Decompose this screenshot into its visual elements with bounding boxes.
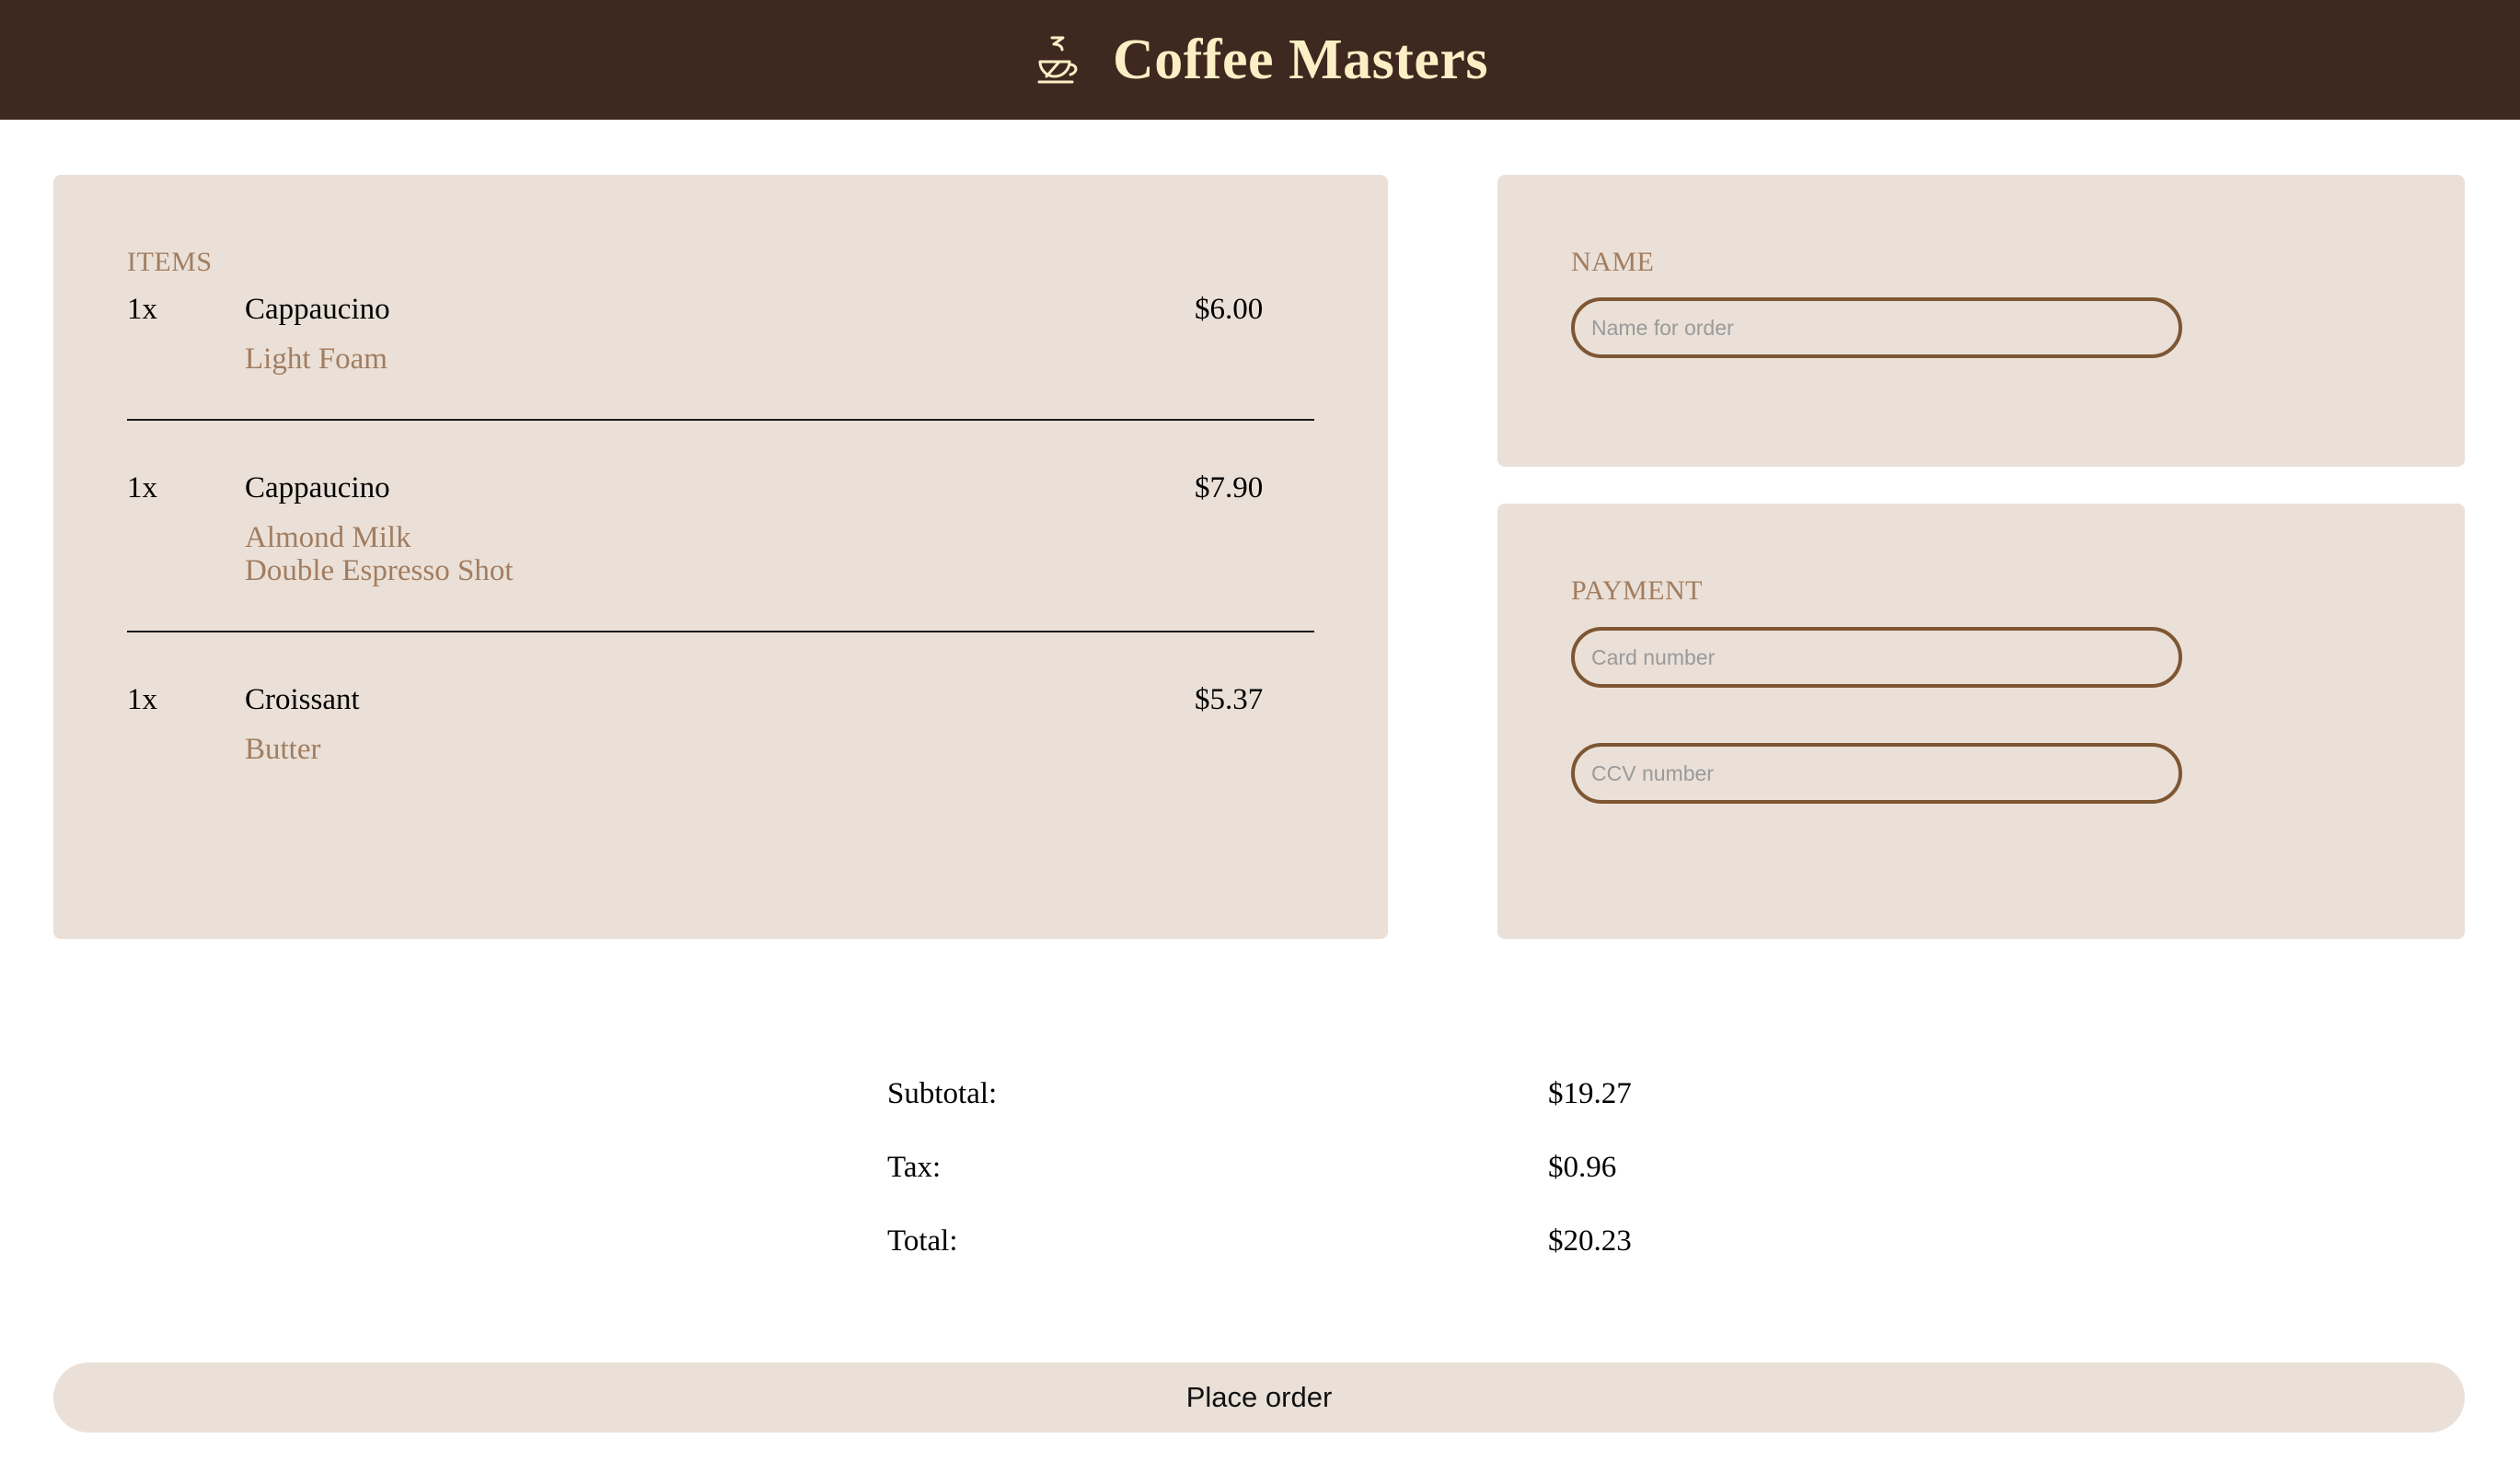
items-section-label: ITEMS: [127, 247, 213, 277]
ccv-number-input[interactable]: [1571, 743, 2182, 804]
total-label: Total:: [887, 1224, 958, 1258]
app-title: Coffee Masters: [1112, 28, 1489, 91]
brand: Coffee Masters: [1032, 28, 1488, 93]
app-header: Coffee Masters: [0, 0, 2520, 120]
total-row: Total: $20.23: [887, 1224, 1632, 1261]
place-order-button[interactable]: Place order: [53, 1363, 2465, 1432]
tax-row: Tax: $0.96: [887, 1151, 1624, 1188]
item-divider: [127, 631, 1314, 632]
item-modifiers: Almond Milk Double Espresso Shot: [245, 521, 514, 587]
item-quantity: 1x: [127, 683, 157, 716]
item-modifier: Light Foam: [245, 342, 387, 376]
order-items-panel: ITEMS 1x Cappaucino $6.00 Light Foam 1x …: [53, 175, 1388, 939]
item-name: Croissant: [245, 683, 360, 716]
item-quantity: 1x: [127, 293, 157, 326]
tax-label: Tax:: [887, 1151, 942, 1184]
item-modifier: Almond Milk: [245, 521, 411, 554]
item-quantity: 1x: [127, 471, 157, 505]
name-section-label: NAME: [1571, 247, 1655, 277]
item-name: Cappaucino: [245, 293, 390, 326]
tax-value: $0.96: [1548, 1151, 1617, 1184]
name-input[interactable]: [1571, 297, 2182, 358]
card-number-input[interactable]: [1571, 627, 2182, 688]
total-value: $20.23: [1548, 1224, 1632, 1258]
item-price: $7.90: [1195, 471, 1264, 505]
item-price: $6.00: [1195, 293, 1264, 326]
name-panel: NAME: [1497, 175, 2465, 467]
payment-section-label: PAYMENT: [1571, 575, 1703, 606]
item-modifier: Double Espresso Shot: [245, 554, 514, 587]
payment-panel: PAYMENT: [1497, 504, 2465, 939]
item-divider: [127, 419, 1314, 421]
item-modifiers: Butter: [245, 733, 320, 766]
subtotal-value: $19.27: [1548, 1077, 1632, 1110]
coffee-cup-icon: [1037, 36, 1078, 84]
item-modifiers: Light Foam: [245, 342, 387, 376]
subtotal-label: Subtotal:: [887, 1077, 998, 1110]
subtotal-row: Subtotal: $19.27: [887, 1077, 1632, 1114]
item-name: Cappaucino: [245, 471, 390, 505]
item-price: $5.37: [1195, 683, 1264, 716]
item-modifier: Butter: [245, 733, 321, 766]
